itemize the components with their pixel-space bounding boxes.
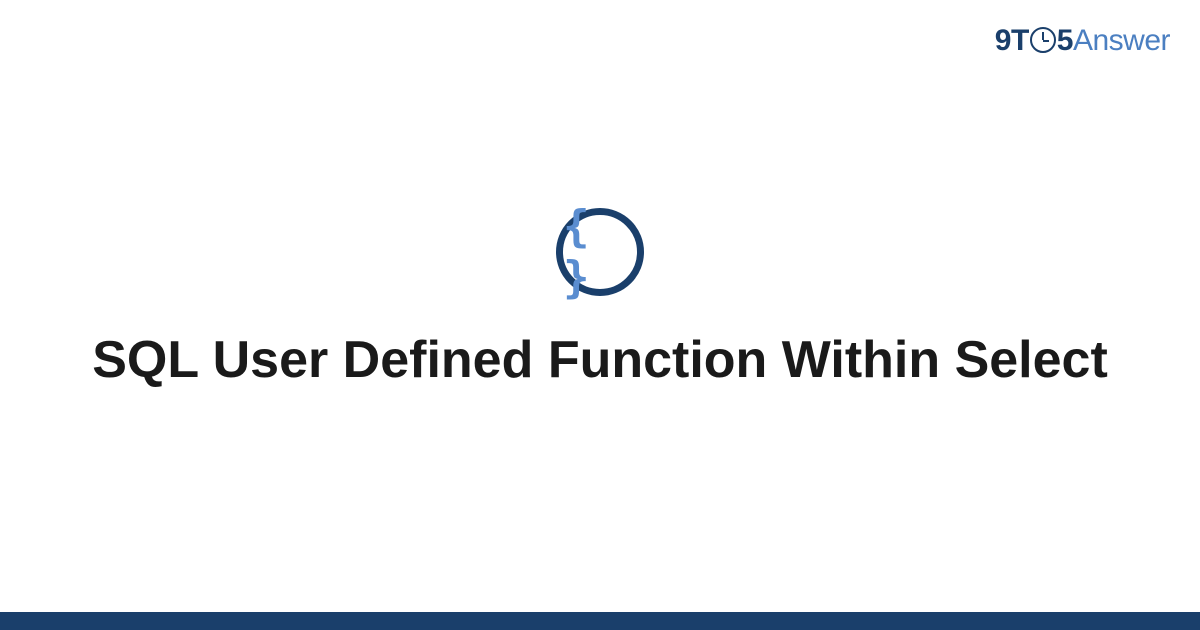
page-title: SQL User Defined Function Within Select: [92, 328, 1108, 393]
bottom-accent-bar: [0, 612, 1200, 630]
code-braces-icon: { }: [556, 208, 644, 296]
braces-glyph: { }: [563, 201, 637, 303]
main-content: { } SQL User Defined Function Within Sel…: [0, 0, 1200, 630]
